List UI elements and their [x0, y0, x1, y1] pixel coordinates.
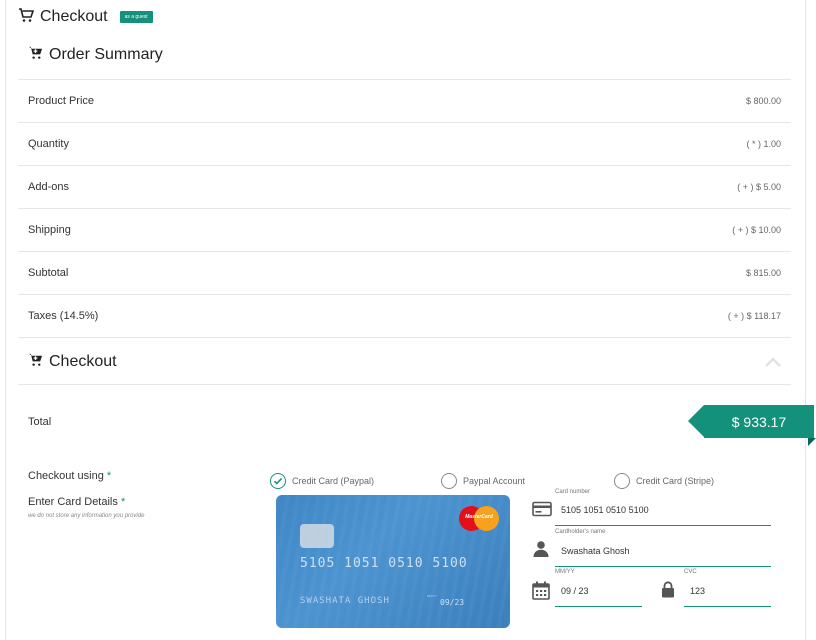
card-preview-expiry: 09/23 [440, 598, 465, 607]
row-label: Shipping [28, 224, 71, 236]
total-value: $ 933.17 [704, 405, 814, 438]
option-credit-card-stripe[interactable]: Credit Card (Stripe) [614, 473, 714, 489]
credit-card-preview: MasterCard 5105 1051 0510 5100 SWASHATA … [276, 495, 510, 628]
field-label: Cardholder's name [555, 529, 606, 535]
card-preview-number: 5105 1051 0510 5100 [300, 556, 468, 571]
card-chip [300, 524, 334, 548]
card-number-field[interactable]: Card number 5105 1051 0510 5100 [555, 489, 771, 526]
total-label: Total [28, 416, 52, 428]
divider [18, 337, 791, 338]
summary-row-quantity: Quantity ( * ) 1.00 [18, 122, 791, 165]
option-label: Credit Card (Stripe) [636, 476, 715, 486]
row-label: Product Price [28, 95, 95, 107]
row-label: Quantity [28, 138, 69, 150]
expiry-input[interactable]: 09 / 23 [561, 586, 589, 596]
divider [18, 384, 791, 385]
lock-icon [661, 581, 675, 603]
cardholder-name-field[interactable]: Cardholder's name Swashata Ghosh [555, 529, 771, 567]
summary-row-shipping: Shipping ( + ) $ 10.00 [18, 208, 791, 251]
checkout-title: Checkout [49, 353, 117, 370]
row-value: ( + ) $ 118.17 [727, 311, 781, 321]
tag-fold [808, 438, 816, 446]
total-price-tag: $ 933.17 [688, 405, 816, 446]
row-label: Taxes (14.5%) [28, 310, 99, 322]
option-label: Paypal Account [463, 476, 526, 486]
cvc-field[interactable]: CVC 123 [684, 569, 771, 607]
radio-icon[interactable] [441, 473, 457, 489]
cvc-input[interactable]: 123 [690, 586, 705, 596]
option-label: Credit Card (Paypal) [292, 476, 375, 486]
row-label: Add-ons [28, 181, 69, 193]
required-mark: * [120, 496, 126, 508]
row-value: ( * ) 1.00 [746, 139, 781, 149]
row-value: ( + ) $ 5.00 [737, 182, 781, 192]
card-preview-holder: SWASHATA GHOSH [300, 596, 390, 606]
row-value: $ 800.00 [745, 96, 781, 106]
row-value: ( + ) $ 10.00 [732, 225, 781, 235]
checkout-heading[interactable]: Checkout [28, 352, 117, 372]
user-icon [533, 540, 549, 562]
page-header: Checkout as a guest [18, 6, 153, 28]
card-preview-expiry-label: MM/YY [427, 594, 437, 598]
credit-card-icon [532, 501, 552, 522]
cart-plus-icon [28, 45, 43, 65]
order-summary-heading: Order Summary [28, 45, 163, 65]
tag-arrow [688, 405, 704, 437]
checkout-using-label: Checkout using * [28, 470, 111, 482]
field-label: Card number [555, 489, 591, 495]
expiry-field[interactable]: MM/YY 09 / 23 [555, 569, 642, 607]
cardholder-name-input[interactable]: Swashata Ghosh [561, 546, 630, 556]
order-summary-table: Product Price $ 800.00 Quantity ( * ) 1.… [18, 79, 791, 337]
radio-checked-icon[interactable] [270, 473, 286, 489]
card-details-label: Enter Card Details * [28, 496, 125, 508]
radio-icon[interactable] [614, 473, 630, 489]
summary-row-taxes: Taxes (14.5%) ( + ) $ 118.17 [18, 294, 791, 337]
field-label: MM/YY [555, 569, 575, 575]
row-label: Subtotal [28, 267, 69, 279]
card-details-text: Enter Card Details [28, 496, 118, 508]
cart-plus-icon [28, 352, 43, 372]
mastercard-logo: MasterCard [459, 506, 499, 531]
option-credit-card-paypal[interactable]: Credit Card (Paypal) [270, 473, 374, 489]
privacy-note: we do not store any information you prov… [28, 513, 145, 519]
chevron-up-icon[interactable] [764, 355, 782, 373]
option-paypal-account[interactable]: Paypal Account [441, 473, 525, 489]
calendar-icon [532, 581, 550, 605]
summary-row-addons: Add-ons ( + ) $ 5.00 [18, 165, 791, 208]
order-summary-title: Order Summary [49, 46, 163, 63]
summary-row-subtotal: Subtotal $ 815.00 [18, 251, 791, 294]
cart-icon [18, 7, 35, 28]
field-label: CVC [684, 569, 697, 575]
row-value: $ 815.00 [745, 268, 781, 278]
required-mark: * [106, 470, 112, 482]
card-number-input[interactable]: 5105 1051 0510 5100 [561, 505, 649, 515]
page-title: Checkout [40, 8, 108, 25]
summary-row-product-price: Product Price $ 800.00 [18, 79, 791, 122]
guest-badge: as a guest [119, 11, 153, 23]
checkout-using-text: Checkout using [28, 470, 104, 482]
